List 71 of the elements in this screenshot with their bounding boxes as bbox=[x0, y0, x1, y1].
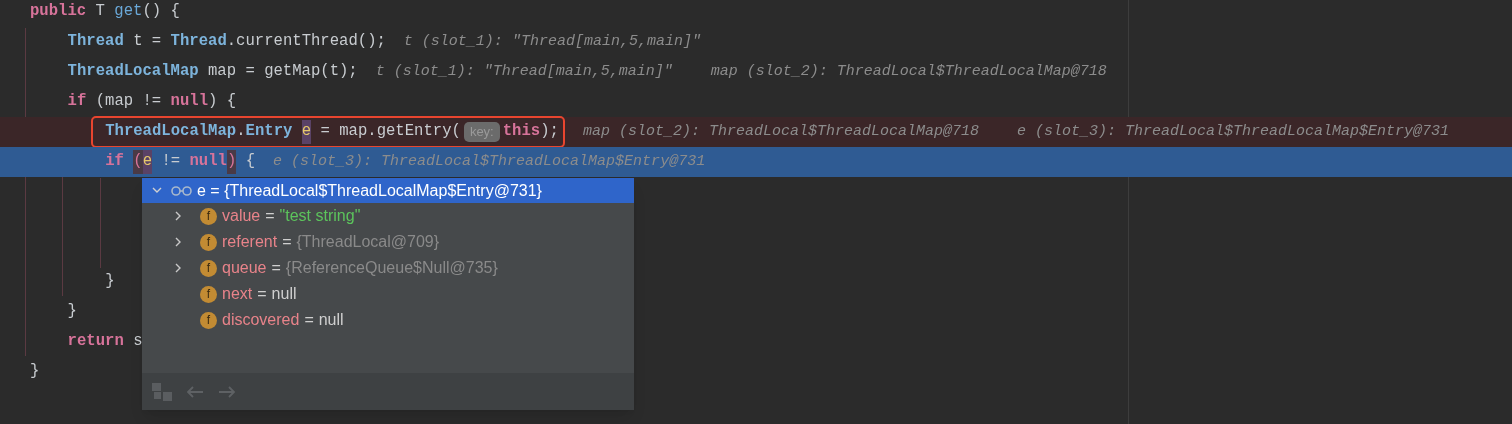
code-text: () { bbox=[142, 1, 180, 23]
code-text: . bbox=[236, 121, 246, 143]
keyword: null bbox=[189, 151, 227, 173]
field-name: value bbox=[222, 206, 261, 226]
code-text: } bbox=[67, 301, 77, 323]
tree-field-row[interactable]: f referent = {ThreadLocal@709} bbox=[142, 229, 634, 255]
code-text: ) { bbox=[208, 91, 237, 113]
field-value: {ThreadLocal@709} bbox=[296, 232, 440, 252]
variable-usage: e bbox=[301, 120, 312, 144]
field-name: referent bbox=[222, 232, 278, 252]
bracket: ( bbox=[133, 150, 143, 174]
inline-value-hint: e (slot_3): ThreadLocal$ThreadLocalMap$Entry@731 bbox=[273, 151, 706, 172]
keyword: if bbox=[67, 91, 87, 113]
field-value: null bbox=[318, 310, 344, 330]
inline-value-hint: e (slot_3): ThreadLocal$ThreadLocalMap$Entry@731 bbox=[1016, 121, 1450, 142]
code-text: (map != bbox=[95, 91, 162, 113]
equals-sign: = bbox=[265, 206, 275, 226]
type-name: Entry bbox=[245, 121, 293, 143]
field-value: "test string" bbox=[279, 206, 361, 226]
keyword: this bbox=[502, 121, 541, 143]
variable-usage: e bbox=[142, 150, 152, 174]
field-badge: f bbox=[200, 259, 217, 277]
field-badge: f bbox=[200, 311, 217, 329]
tree-root-row[interactable]: e = {ThreadLocal$ThreadLocalMap$Entry@731} bbox=[142, 178, 634, 203]
code-text: } bbox=[105, 271, 115, 293]
field-badge: f bbox=[200, 285, 217, 303]
code-text: map = getMap(t); bbox=[208, 61, 358, 83]
field-value: {ReferenceQueue$Null@735} bbox=[285, 258, 498, 278]
field-name: next bbox=[222, 284, 253, 304]
field-value: null bbox=[271, 284, 297, 304]
tree-field-row[interactable]: f next = null bbox=[142, 281, 634, 307]
field-badge: f bbox=[200, 207, 217, 225]
field-name: discovered bbox=[222, 310, 300, 330]
equals-sign: = bbox=[304, 310, 314, 330]
bracket: ) bbox=[226, 150, 237, 174]
code-text: t = bbox=[133, 31, 162, 53]
chevron-down-icon[interactable] bbox=[152, 187, 162, 194]
inline-value-hint: map (slot_2): ThreadLocal$ThreadLocalMap@718 bbox=[710, 61, 1107, 82]
keyword: public bbox=[30, 1, 87, 23]
keyword: if bbox=[105, 151, 124, 173]
glasses-icon bbox=[171, 185, 192, 196]
type-name: ThreadLocalMap bbox=[105, 121, 237, 143]
chevron-right-icon[interactable] bbox=[175, 211, 182, 221]
code-text: != bbox=[161, 151, 181, 173]
field-badge: f bbox=[200, 233, 217, 251]
type-name: Thread bbox=[170, 31, 227, 53]
code-text: ); bbox=[540, 121, 559, 143]
variable-value: e = {ThreadLocal$ThreadLocalMap$Entry@731} bbox=[197, 180, 542, 201]
code-text: .currentThread(); bbox=[226, 31, 386, 53]
code-text: T bbox=[95, 1, 105, 23]
field-name: queue bbox=[222, 258, 267, 278]
code-text: = map.getEntry( bbox=[320, 121, 461, 143]
type-name: ThreadLocalMap bbox=[67, 61, 199, 83]
inline-value-hint: map (slot_2): ThreadLocal$ThreadLocalMap@718 bbox=[582, 121, 979, 142]
equals-sign: = bbox=[257, 284, 267, 304]
equals-sign: = bbox=[271, 258, 281, 278]
tree-field-row[interactable]: f value = "test string" bbox=[142, 203, 634, 229]
tree-field-row[interactable]: f queue = {ReferenceQueue$Null@735} bbox=[142, 255, 634, 281]
chevron-right-icon[interactable] bbox=[175, 263, 182, 273]
keyword: null bbox=[170, 91, 209, 113]
inline-value-hint: t (slot_1): "Thread[main,5,main]" bbox=[403, 31, 701, 52]
code-text: s bbox=[133, 331, 143, 353]
code-text: { bbox=[245, 151, 256, 173]
method-name: get bbox=[114, 1, 143, 23]
code-text: } bbox=[30, 361, 40, 383]
inline-value-hint: t (slot_1): "Thread[main,5,main]" bbox=[375, 61, 673, 82]
tree-field-row[interactable]: f discovered = null bbox=[142, 307, 634, 333]
equals-sign: = bbox=[282, 232, 292, 252]
keyword: return bbox=[67, 331, 124, 353]
chevron-right-icon[interactable] bbox=[175, 237, 182, 247]
type-name: Thread bbox=[67, 31, 124, 53]
